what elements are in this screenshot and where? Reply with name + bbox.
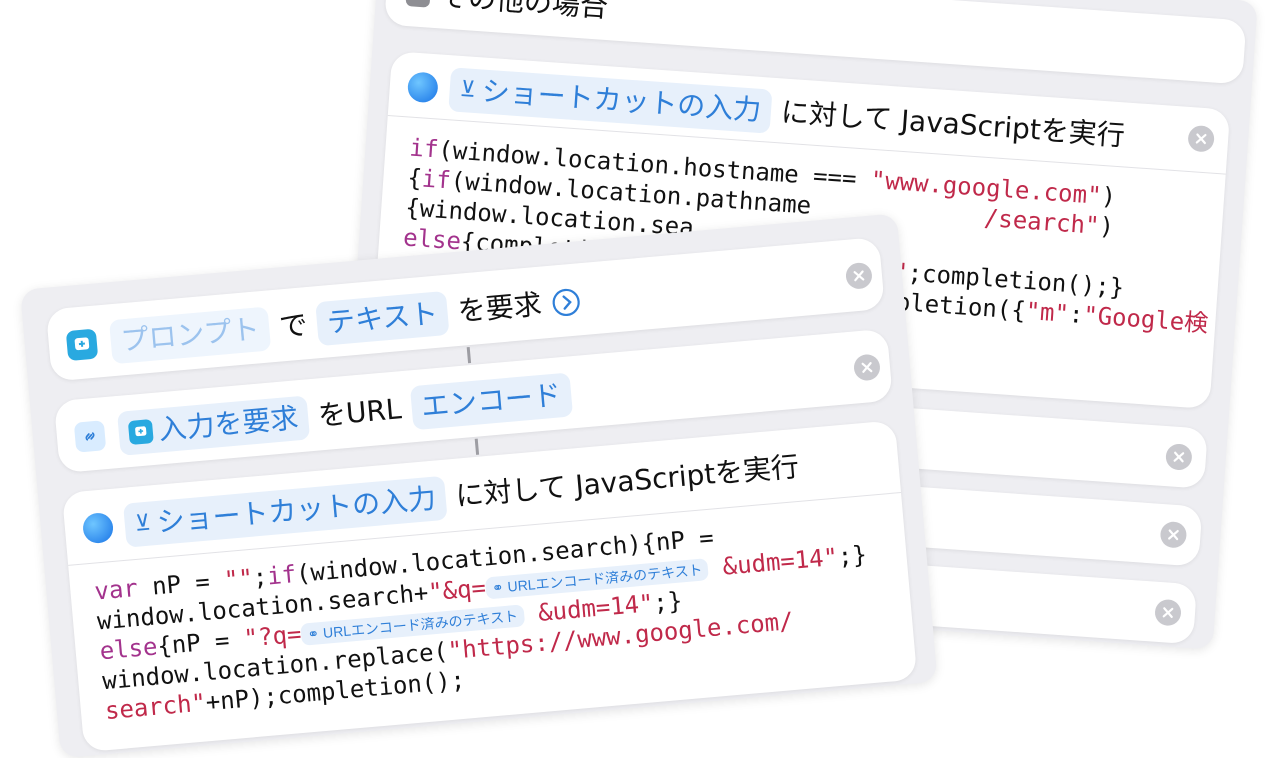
safari-icon	[406, 71, 439, 104]
url-label: をURL	[316, 392, 403, 433]
text-type-token[interactable]: テキスト	[315, 290, 450, 347]
ask-input-icon	[65, 328, 99, 362]
shortcut-input-icon: ⊻	[133, 510, 153, 537]
chevron-right-circle-icon[interactable]	[550, 286, 583, 319]
close-icon[interactable]	[1165, 443, 1193, 471]
link-icon: ⚭	[306, 625, 320, 643]
close-icon[interactable]	[1187, 124, 1216, 153]
link-icon: ⚭	[491, 579, 505, 596]
close-icon[interactable]	[1159, 520, 1188, 549]
particle-label: で	[277, 308, 309, 344]
request-label: を要求	[456, 287, 544, 328]
link-icon	[73, 420, 107, 453]
otherwise-label: その他の場合	[439, 0, 610, 25]
safari-icon	[81, 511, 115, 545]
shortcut-input-icon: ⊻	[458, 76, 477, 104]
shortcut-input-token[interactable]: ⊻ ショートカットの入力	[448, 67, 773, 134]
close-icon[interactable]	[1154, 598, 1182, 627]
encode-mode-token[interactable]: エンコード	[409, 372, 573, 431]
front-panel: プロンプト で テキスト を要求 入力を要求 をURL エンコード ⊻ ショート…	[20, 212, 957, 758]
ask-input-icon	[127, 419, 154, 446]
ask-input-variable[interactable]: 入力を要求	[117, 395, 311, 456]
otherwise-icon	[405, 0, 432, 8]
prompt-token[interactable]: プロンプト	[108, 306, 272, 365]
close-icon[interactable]	[852, 353, 882, 382]
close-icon[interactable]	[844, 261, 874, 290]
